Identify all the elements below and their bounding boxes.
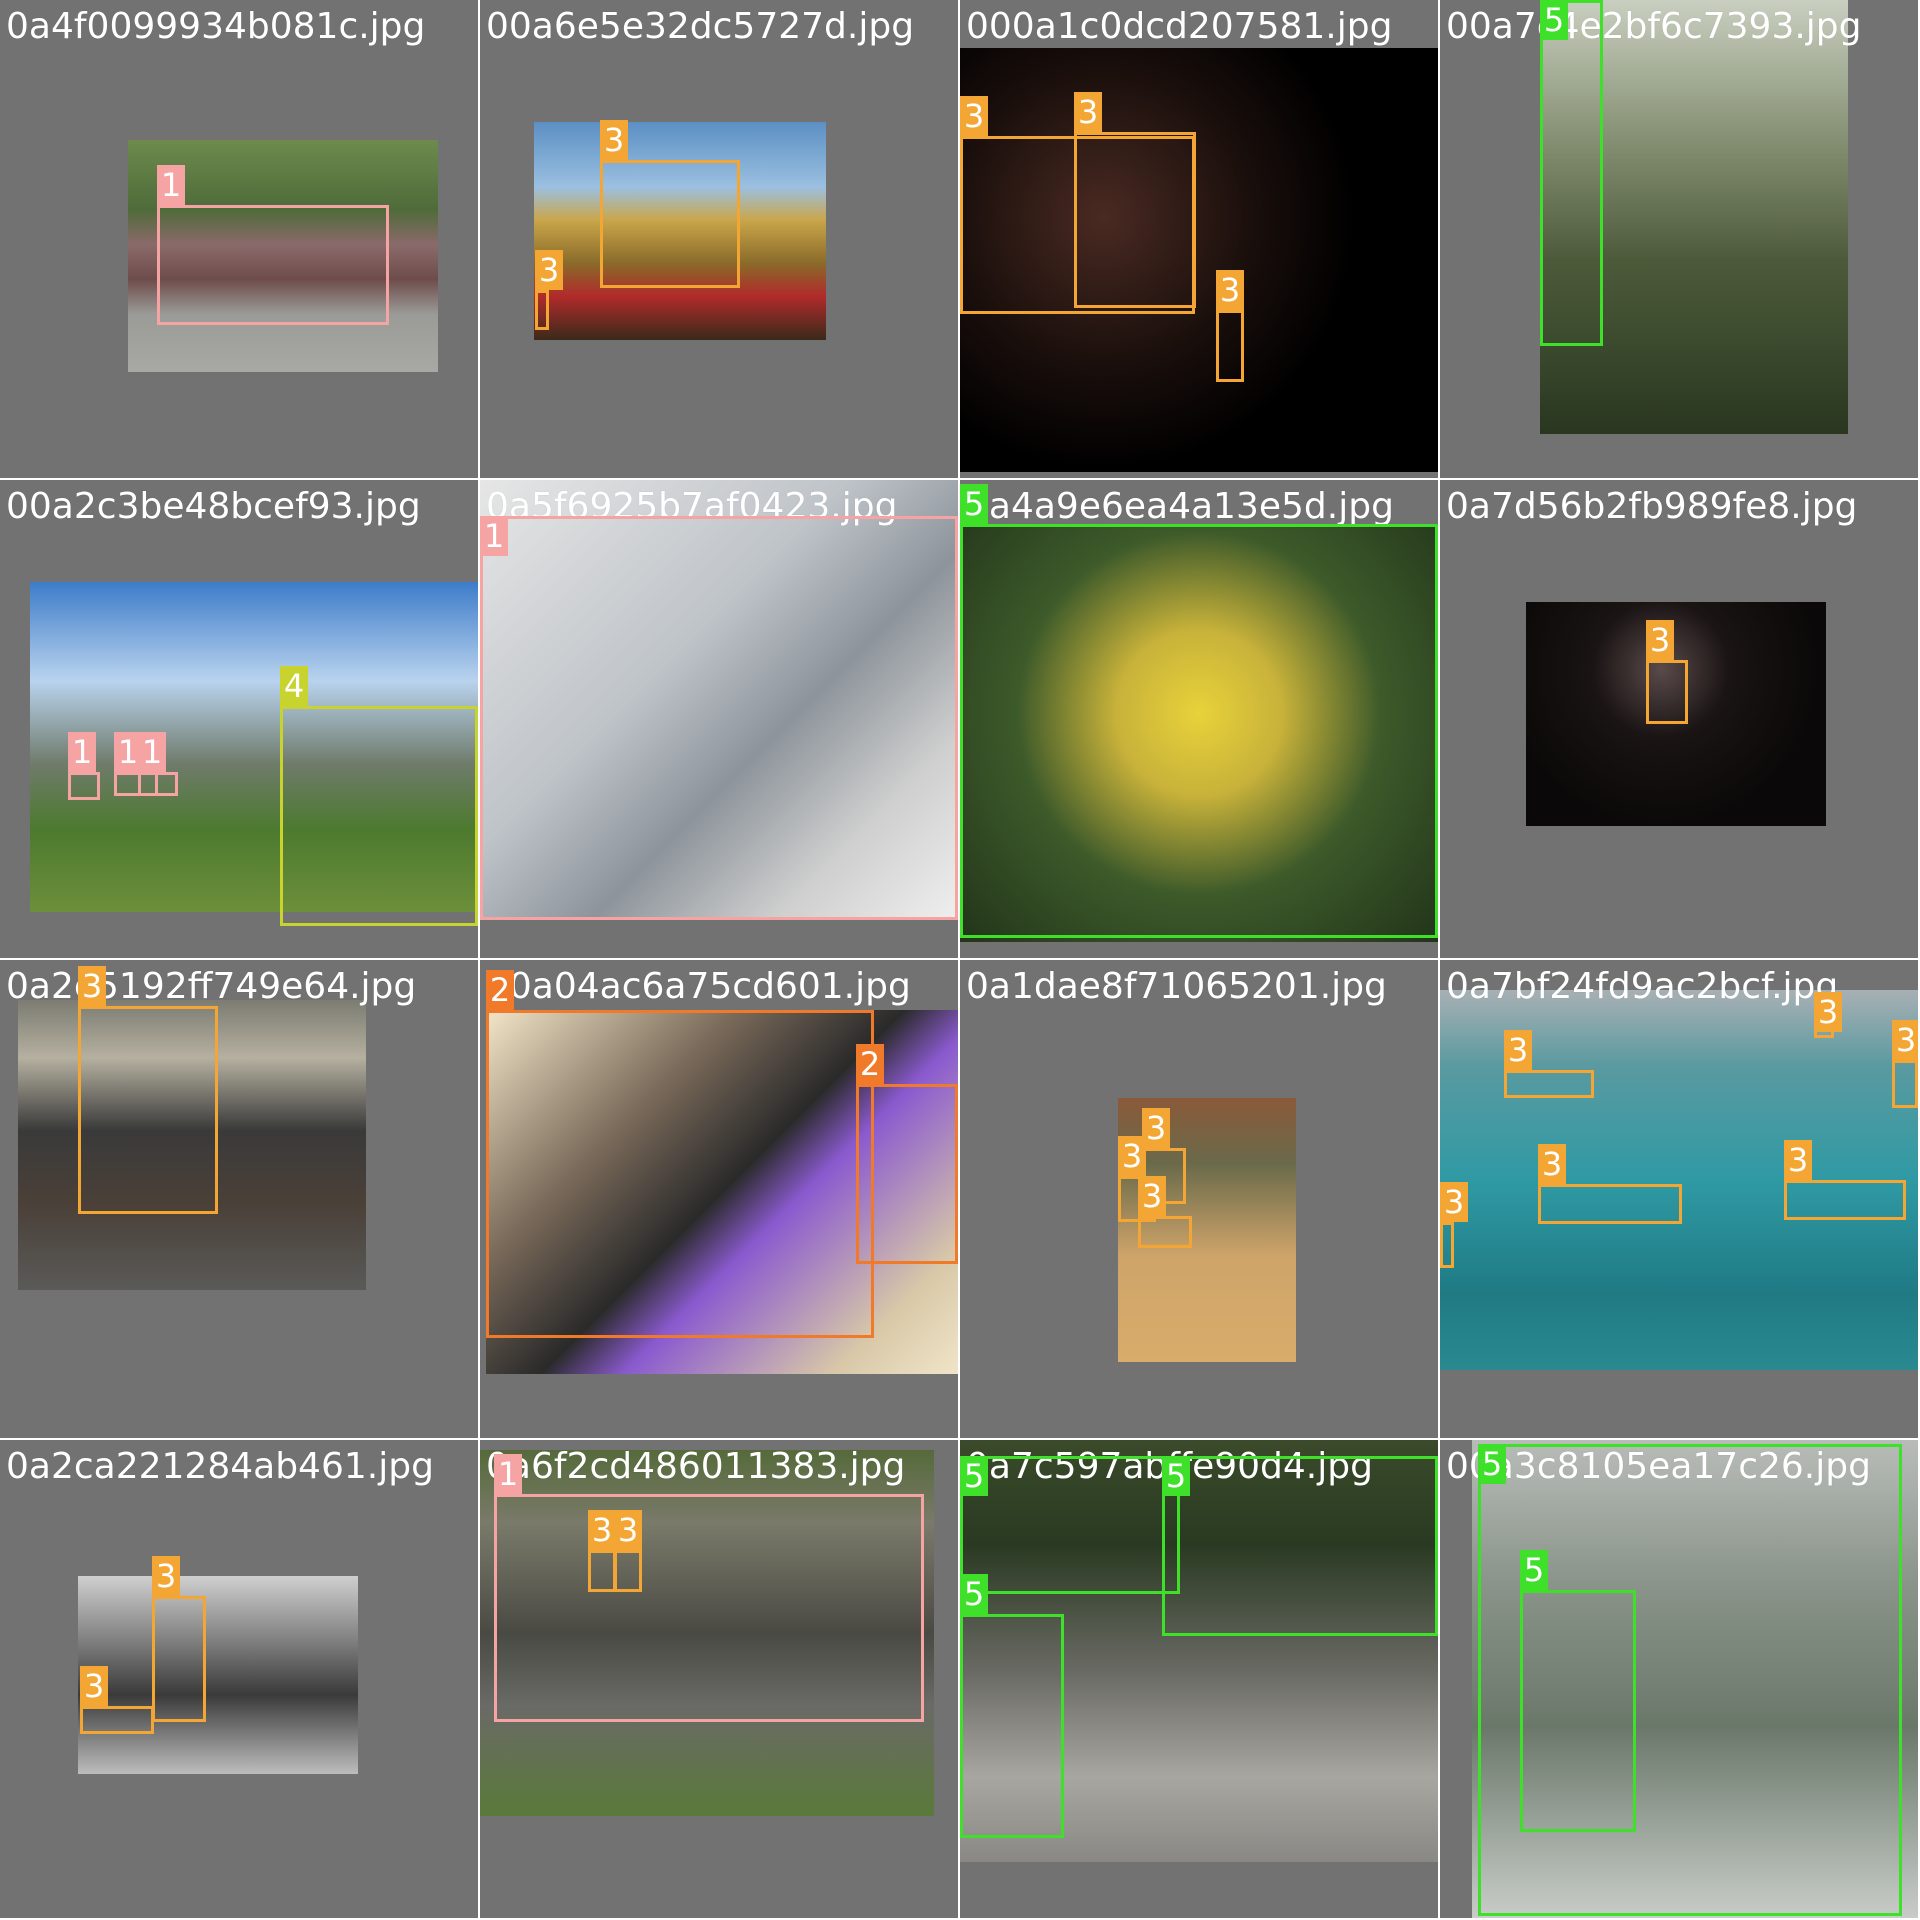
class-label: 1 [480,516,508,556]
detection-box [1138,1216,1192,1248]
tile-filename: 0a7bf24fd9ac2bcf.jpg [1446,966,1839,1007]
detection-box [78,1006,218,1214]
detection-box [960,1614,1064,1838]
detection-box [157,205,389,325]
image-tile: 0a1dae8f71065201.jpg 3 3 3 [960,960,1438,1438]
detection-box [152,1596,206,1722]
tile-filename: 0a7d56b2fb989fe8.jpg [1446,486,1858,527]
tile-filename: 000a1c0dcd207581.jpg [966,6,1393,47]
class-label: 3 [1138,1176,1166,1216]
class-label: 4 [280,666,308,706]
class-label: 3 [80,1666,108,1706]
class-label: 3 [600,120,628,160]
detection-box [600,160,740,288]
class-label: 5 [1478,1444,1506,1484]
detection-box [1074,132,1196,308]
class-label: 3 [1216,270,1244,310]
detection-box [1646,660,1688,724]
class-label: 3 [78,966,106,1006]
detection-box [856,1084,958,1264]
image-tile: 0a7c597abffe90d4.jpg555 [960,1440,1438,1918]
detection-box [1440,1222,1454,1268]
detection-box [1538,1184,1682,1224]
class-label: 2 [856,1044,884,1084]
class-label: 3 [1814,992,1842,1032]
tile-photo [78,1576,358,1774]
image-tile: 0a2ca221284ab461.jpg 3 3 [0,1440,478,1918]
detection-box [1504,1070,1594,1098]
image-tile: 0a4f0099934b081c.jpg 1 [0,0,478,478]
class-label: 1 [157,165,185,205]
image-tile: 0a6f2cd486011383.jpg 1 3 3 [480,1440,958,1918]
mosaic-grid: 0a4f0099934b081c.jpg 1 00a6e5e32dc5727d.jp… [0,0,1920,1920]
detection-box [480,516,958,920]
class-label: 5 [1520,1550,1548,1590]
class-label: 5 [960,1574,988,1614]
detection-box [614,1550,642,1592]
tile-filename: 00a2c3be48bcef93.jpg [6,486,421,527]
class-label: 3 [960,96,988,136]
class-label: 3 [1142,1108,1170,1148]
detection-box [1540,0,1603,346]
class-label: 1 [138,732,166,772]
class-label: 1 [494,1454,522,1494]
class-label: 1 [68,732,96,772]
class-label: 3 [614,1510,642,1550]
class-label: 3 [588,1510,616,1550]
detection-box [68,772,100,800]
detection-box [960,1456,1180,1594]
detection-box [280,706,478,926]
image-tile: 0a7d56b2fb989fe8.jpg 3 [1440,480,1918,958]
detection-box [588,1550,616,1592]
detection-box [1892,1060,1918,1108]
class-label: 3 [1646,620,1674,660]
class-label: 3 [152,1556,180,1596]
detection-box [138,772,178,796]
class-label: 5 [1162,1456,1190,1496]
detection-box [1784,1180,1906,1220]
image-tile: 00a7c4e2bf6c7393.jpg 5 [1440,0,1918,478]
tile-filename: 0a6f2cd486011383.jpg [486,1446,906,1487]
detection-box [1520,1590,1636,1832]
image-tile: 000a1c0dcd207581.jpg 3 3 3 [960,0,1438,478]
image-tile: 0a4a9e6ea4a13e5d.jpg 5 [960,480,1438,958]
detection-box [535,290,549,330]
tile-filename: 00a7c4e2bf6c7393.jpg [1446,6,1862,47]
detection-box [486,1010,874,1338]
detection-box [80,1706,154,1734]
class-label: 3 [1892,1020,1918,1060]
detection-box [960,524,1438,938]
class-label: 3 [1074,92,1102,132]
class-label: 3 [1784,1140,1812,1180]
class-label: 3 [1118,1136,1146,1176]
image-tile: 00a2c3be48bcef93.jpg 4 1 1 1 [0,480,478,958]
class-label: 3 [1504,1030,1532,1070]
tile-filename: 00a04ac6a75cd601.jpg [486,966,911,1007]
tile-filename: 0a1dae8f71065201.jpg [966,966,1387,1007]
tile-filename: 0a4f0099934b081c.jpg [6,6,426,47]
class-label: 3 [1440,1182,1468,1222]
detection-box [1162,1456,1438,1636]
class-label: 2 [486,970,514,1010]
class-label: 5 [960,1456,988,1496]
image-tile: 00a04ac6a75cd601.jpg 2 2 [480,960,958,1438]
detection-box [1216,310,1244,382]
image-tile: 0a2e5192ff749e64.jpg 3 [0,960,478,1438]
detection-box [494,1494,924,1722]
class-label: 3 [1538,1144,1566,1184]
tile-filename: 0a2ca221284ab461.jpg [6,1446,434,1487]
class-label: 3 [535,250,563,290]
class-label: 5 [960,484,988,524]
class-label: 5 [1540,0,1568,40]
image-tile: 00a3c8105ea17c26.jpg 5 5 [1440,1440,1918,1918]
image-tile: 0a7bf24fd9ac2bcf.jpg 3 3 3 3 3 3 [1440,960,1918,1438]
image-tile: 00a6e5e32dc5727d.jpg 3 3 [480,0,958,478]
image-tile: 0a5f6925b7af0423.jpg 1 [480,480,958,958]
tile-filename: 00a6e5e32dc5727d.jpg [486,6,915,47]
tile-filename: 0a2e5192ff749e64.jpg [6,966,417,1007]
